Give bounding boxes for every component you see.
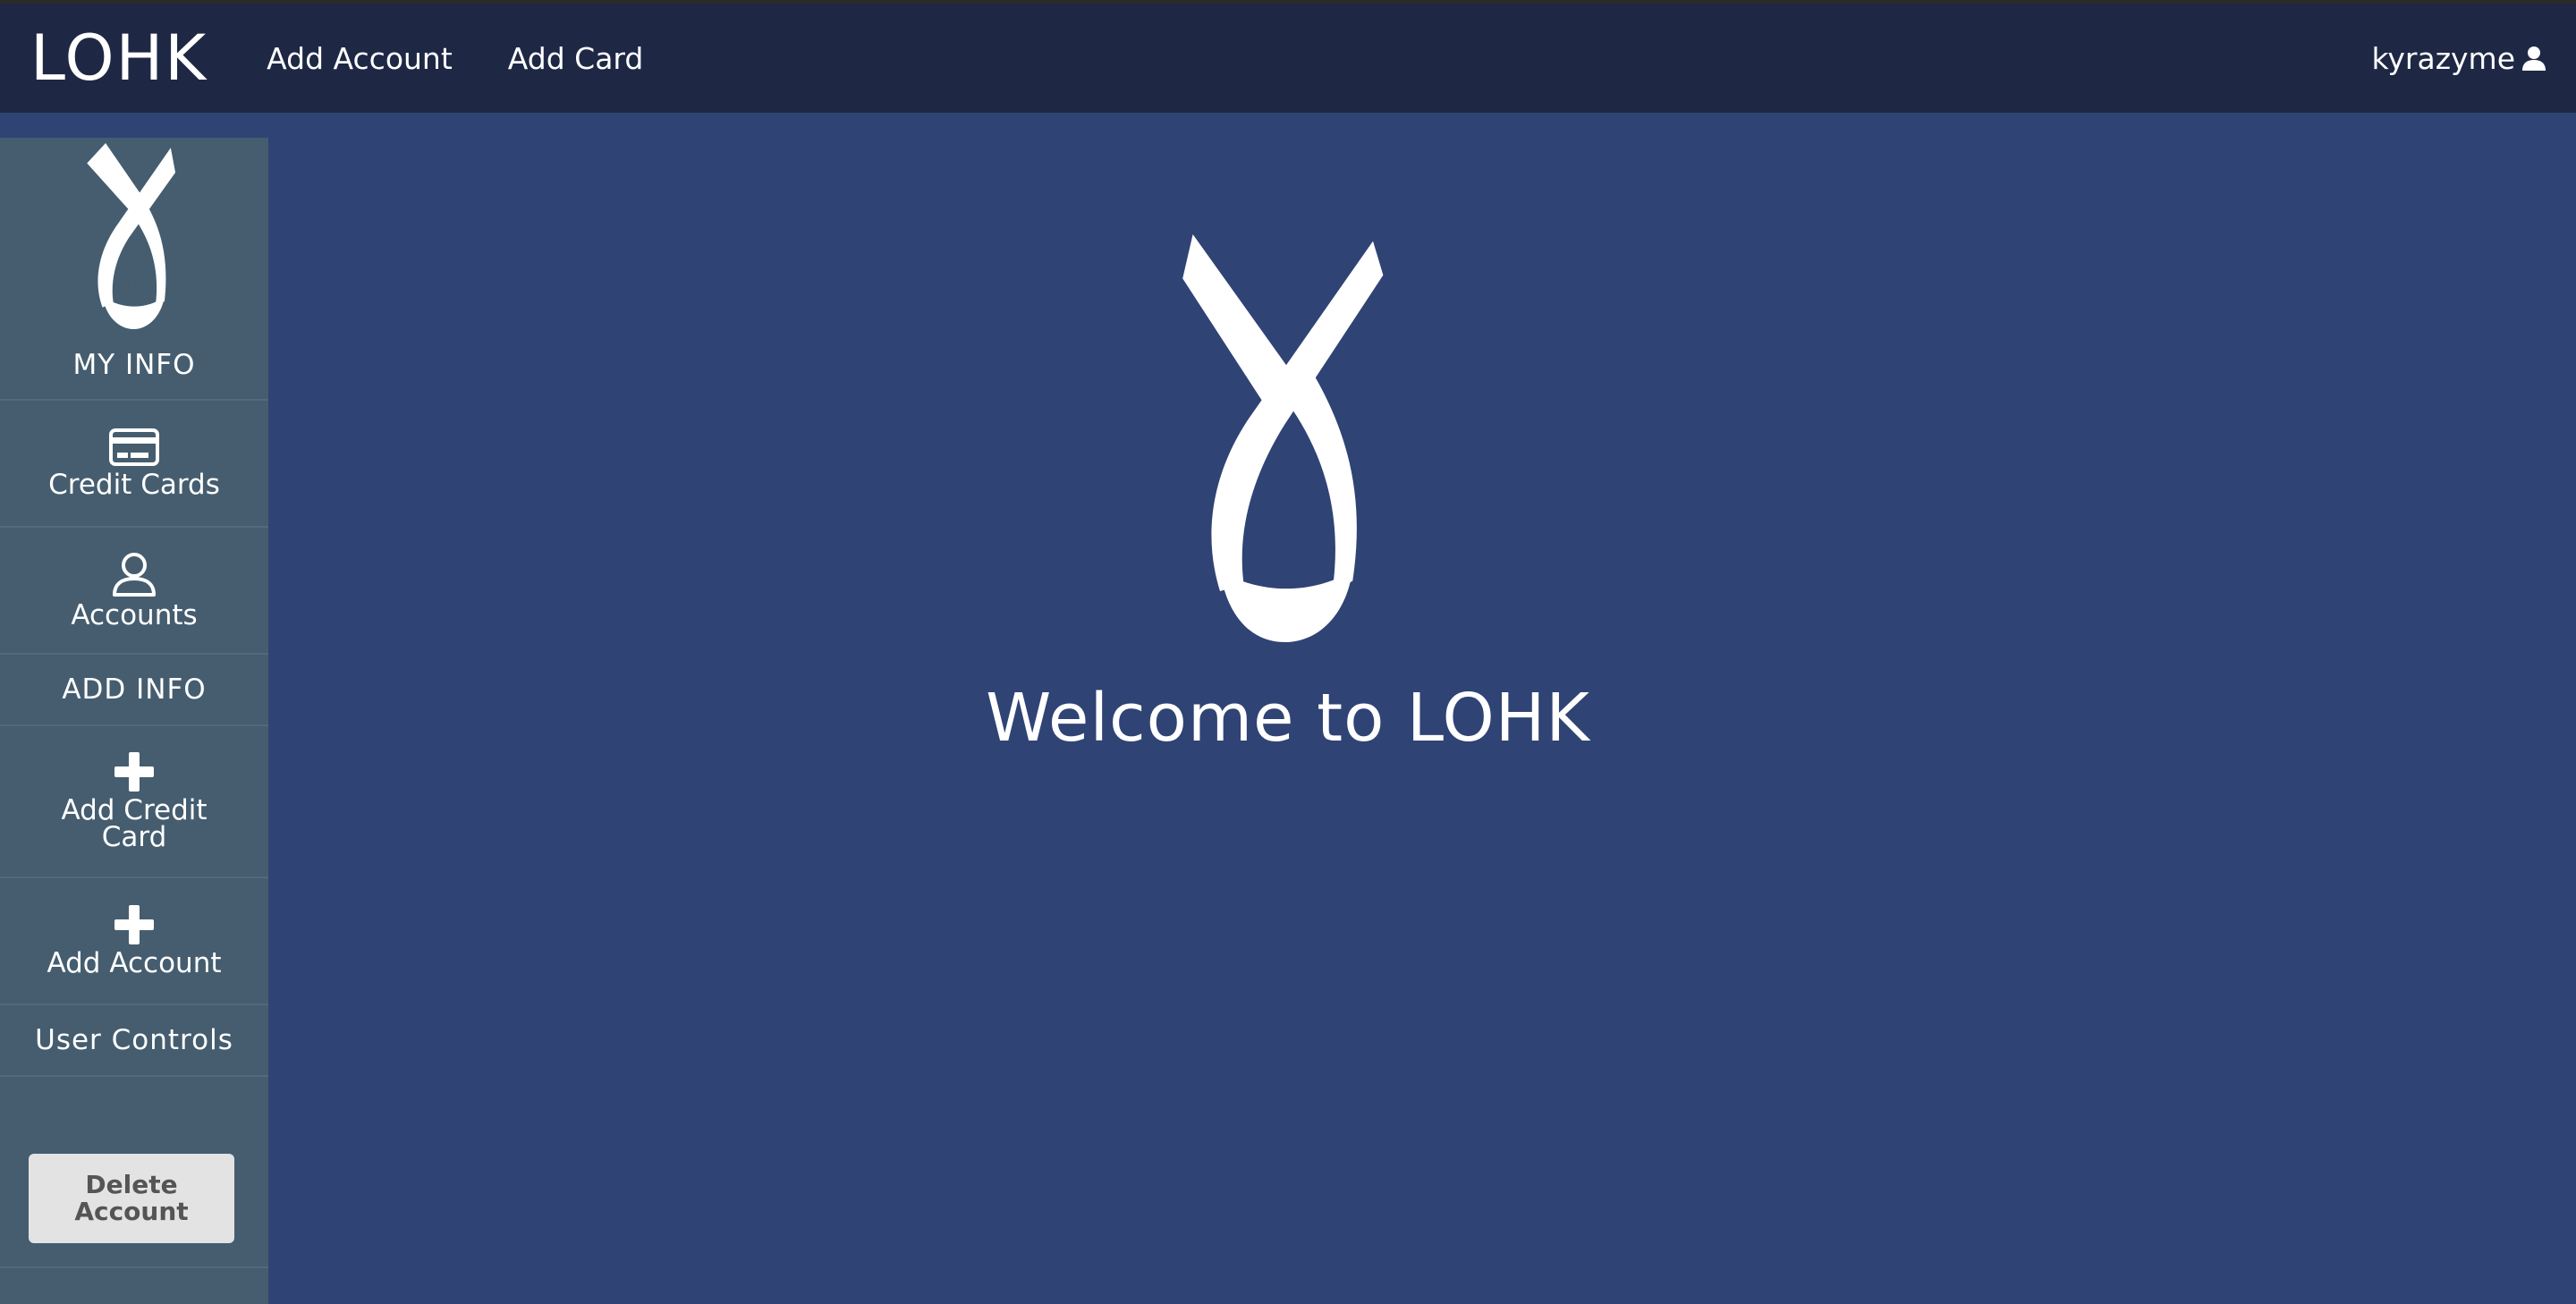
sidebar-item-add-account[interactable]: Add Account [0,878,268,1005]
sidebar-item-credit-cards[interactable]: Credit Cards [0,401,268,528]
credit-card-icon [109,428,159,466]
brand-logo-text[interactable]: LOHK [30,27,208,89]
nav-add-account-link[interactable]: Add Account [267,41,453,76]
sidebar-heading-user-controls: User Controls [0,1005,268,1077]
top-navbar: LOHK Add Account Add Card kyrazyme [0,0,2576,113]
sidebar-item-add-credit-card[interactable]: Add Credit Card [0,726,268,878]
user-menu[interactable]: kyrazyme [2371,4,2547,113]
sidebar-divider [0,1266,268,1268]
sidebar-item-label: Add Credit Card [61,794,208,853]
welcome-heading: Welcome to LOHK [986,680,1590,757]
page: LOHK Add Account Add Card kyrazyme MY IN… [0,0,2576,1304]
sidebar-item-label: Accounts [71,599,198,631]
sidebar-heading-label: MY INFO [72,349,196,381]
user-outline-icon [113,553,156,597]
user-icon [2522,47,2546,71]
sidebar-item-label: Credit Cards [48,469,220,501]
sidebar-lohk-logo[interactable] [86,143,184,329]
nav-add-card-link[interactable]: Add Card [508,41,644,76]
sidebar: MY INFO Credit Cards Accounts ADD INFO A… [0,138,268,1304]
sidebar-heading-label: User Controls [35,1024,233,1056]
delete-account-button[interactable]: Delete Account [29,1154,234,1243]
sidebar-heading-my-info: MY INFO [0,331,268,401]
plus-icon [114,905,154,944]
main-lohk-logo [1182,234,1384,642]
username-label: kyrazyme [2371,40,2515,76]
sidebar-item-label: Add Account [47,947,222,979]
sidebar-heading-add-info: ADD INFO [0,655,268,726]
sidebar-item-accounts[interactable]: Accounts [0,528,268,655]
plus-icon [114,752,154,792]
sidebar-heading-label: ADD INFO [62,673,207,706]
